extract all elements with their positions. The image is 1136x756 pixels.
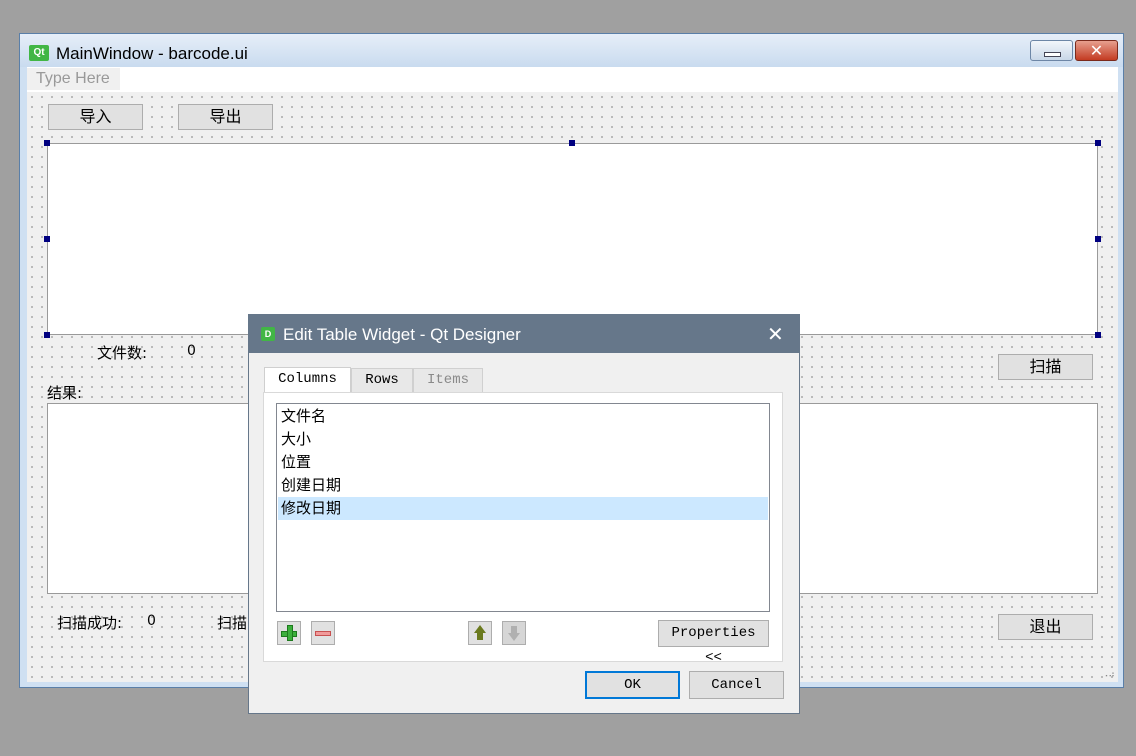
scan-success-label: 扫描成功: <box>57 614 123 632</box>
scan-success-value: 0 <box>147 613 156 629</box>
tab-columns[interactable]: Columns <box>264 367 351 394</box>
cancel-button[interactable]: Cancel <box>689 671 784 699</box>
list-item-selected[interactable]: 修改日期 <box>278 497 768 520</box>
scan-partial-label: 扫描 <box>217 614 248 632</box>
minimize-button[interactable] <box>1030 40 1073 61</box>
menu-type-here[interactable]: Type Here <box>27 68 120 90</box>
results-label: 结果: <box>47 384 83 402</box>
qt-designer-logo-icon: D <box>261 327 275 341</box>
dialog-close-icon[interactable]: ✕ <box>767 322 784 346</box>
exit-button[interactable]: 退出 <box>998 614 1093 640</box>
list-item[interactable]: 文件名 <box>278 405 768 428</box>
columns-list[interactable]: 文件名 大小 位置 创建日期 修改日期 <box>276 403 770 612</box>
scan-button[interactable]: 扫描 <box>998 354 1093 380</box>
file-count-label: 文件数: <box>97 344 148 362</box>
properties-button[interactable]: Properties << <box>658 620 769 666</box>
list-item[interactable]: 大小 <box>278 428 768 451</box>
main-window-title-bar[interactable]: Qt MainWindow - barcode.ui ✕ <box>20 34 1123 67</box>
qt-logo-icon: Qt <box>29 45 49 61</box>
file-count-value: 0 <box>187 343 196 359</box>
window-close-button[interactable]: ✕ <box>1075 40 1118 61</box>
minimize-icon <box>1044 52 1061 57</box>
selection-handle[interactable] <box>1095 332 1101 338</box>
minus-icon <box>315 631 331 636</box>
dialog-title: Edit Table Widget - Qt Designer <box>283 325 521 344</box>
tab-rows[interactable]: Rows <box>351 368 413 393</box>
tab-items[interactable]: Items <box>413 368 483 393</box>
file-table-widget[interactable] <box>47 143 1098 335</box>
ok-button[interactable]: OK <box>585 671 680 699</box>
selection-handle[interactable] <box>44 140 50 146</box>
resize-grip-icon[interactable]: ⠠⠴ <box>1102 670 1115 680</box>
dialog-title-bar[interactable]: D Edit Table Widget - Qt Designer ✕ <box>249 315 799 353</box>
import-button[interactable]: 导入 <box>48 104 143 130</box>
list-item[interactable]: 创建日期 <box>278 474 768 497</box>
selection-handle[interactable] <box>44 236 50 242</box>
menubar: Type Here <box>27 67 1118 92</box>
selection-handle[interactable] <box>1095 236 1101 242</box>
arrow-down-icon <box>508 633 520 641</box>
selection-handle[interactable] <box>44 332 50 338</box>
main-window-title: MainWindow - barcode.ui <box>56 44 248 63</box>
list-item[interactable]: 位置 <box>278 451 768 474</box>
arrow-up-icon <box>474 625 486 633</box>
export-button[interactable]: 导出 <box>178 104 273 130</box>
remove-column-button[interactable] <box>311 621 335 645</box>
edit-table-widget-dialog: D Edit Table Widget - Qt Designer ✕ Colu… <box>248 314 800 714</box>
move-down-button[interactable] <box>502 621 526 645</box>
move-up-button[interactable] <box>468 621 492 645</box>
selection-handle[interactable] <box>1095 140 1101 146</box>
add-column-button[interactable] <box>277 621 301 645</box>
selection-handle[interactable] <box>569 140 575 146</box>
close-icon: ✕ <box>1089 41 1104 60</box>
